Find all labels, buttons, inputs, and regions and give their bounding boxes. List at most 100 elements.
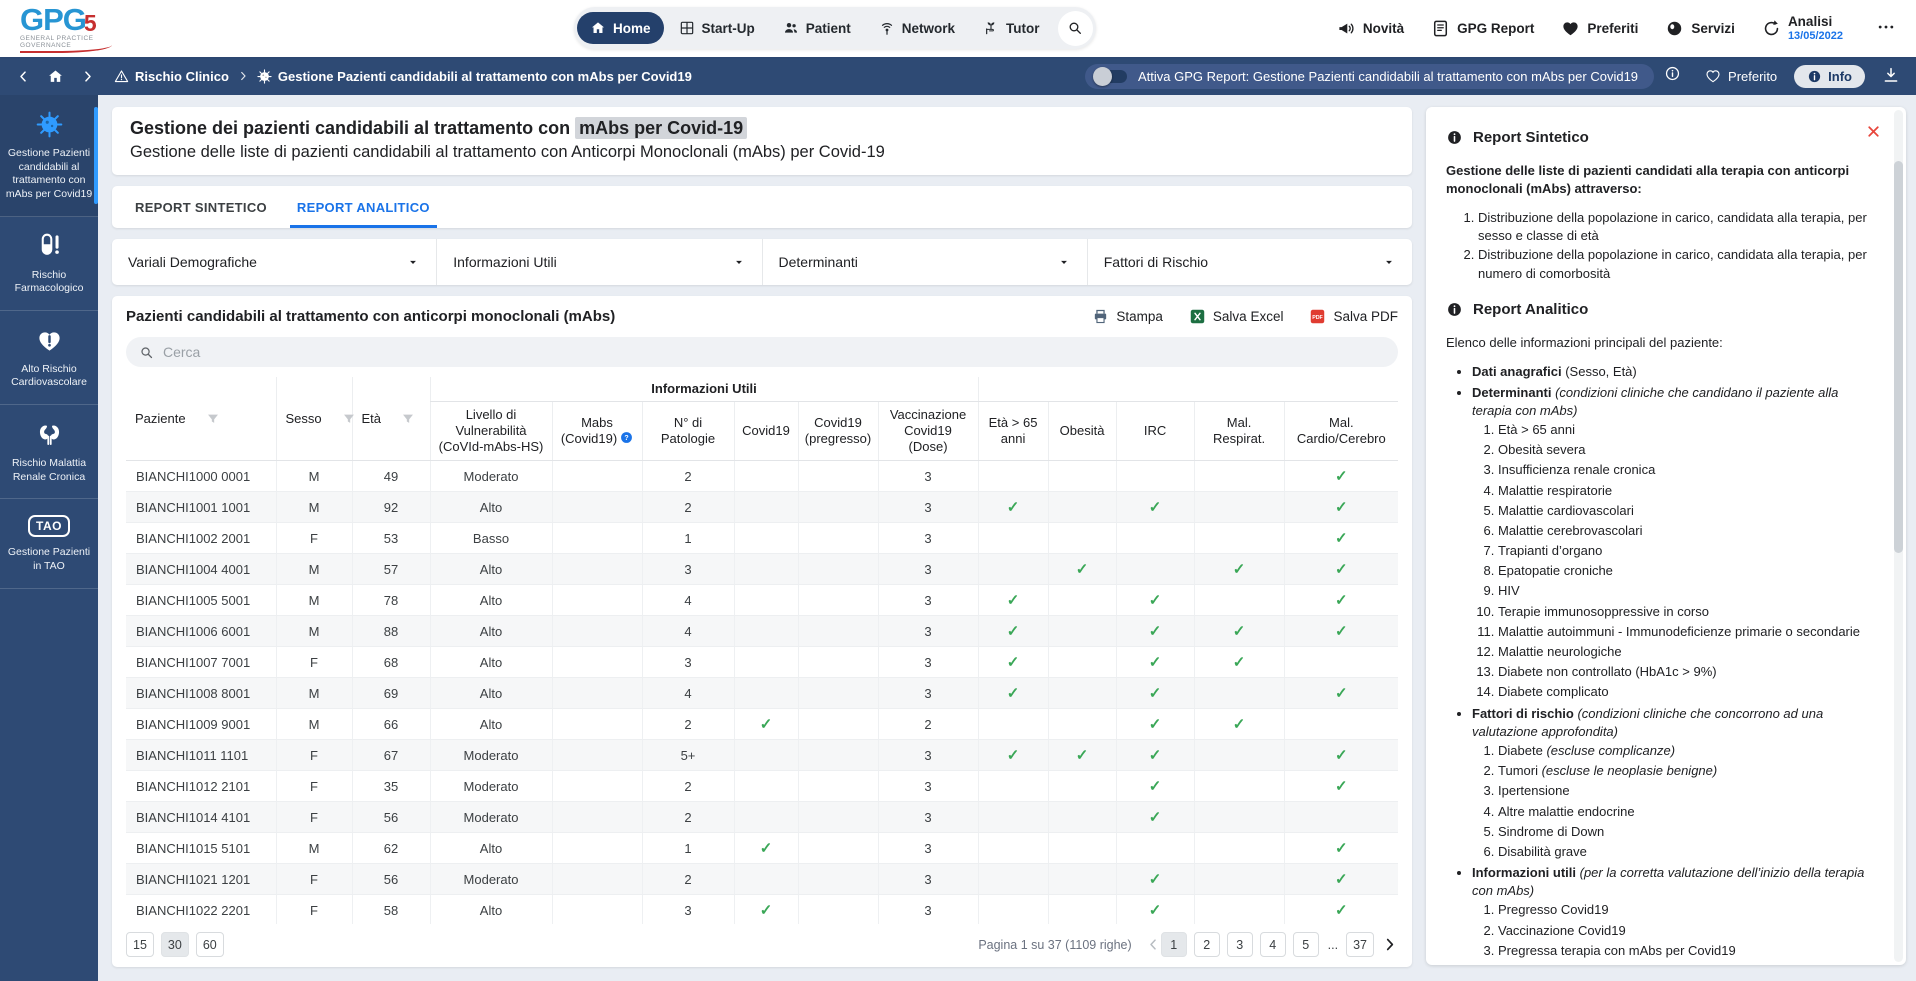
- cell-value: 2: [684, 499, 692, 515]
- sidebar-item-rischio-malattia-renale[interactable]: Rischio Malattia Renale Cronica: [0, 405, 98, 500]
- column-label: Mal. Respirat.: [1213, 414, 1266, 446]
- filter-dropdown-fattori-di-rischio[interactable]: Fattori di Rischio: [1088, 239, 1412, 285]
- column-header-obesit[interactable]: Obesità: [1047, 401, 1117, 462]
- toggle-switch[interactable]: [1093, 66, 1127, 86]
- breadcrumb: Rischio Clinico Gestione Pazienti candida…: [114, 69, 692, 84]
- gpg-report-toggle[interactable]: Attiva GPG Report: Gestione Pazienti can…: [1085, 63, 1655, 89]
- help-icon-wrap[interactable]: ?: [620, 431, 633, 444]
- filter-dropdown-variali-demografiche[interactable]: Variali Demografiche: [112, 239, 438, 285]
- table-row[interactable]: BIANCHI1009 9001 M 66 Alto 2 ✓ 2 ✓ ✓: [126, 708, 1398, 741]
- next-page-button[interactable]: [1381, 936, 1398, 953]
- toggle-info[interactable]: [1664, 65, 1681, 87]
- page-size-30[interactable]: 30: [160, 932, 189, 957]
- page-button-37[interactable]: 37: [1346, 932, 1374, 957]
- data-cell: 1: [641, 832, 734, 865]
- table-row[interactable]: BIANCHI1021 1201 F 56 Moderato 2 3 ✓ ✓: [126, 863, 1398, 896]
- table-row[interactable]: BIANCHI1011 1101 F 67 Moderato 5+ 3 ✓ ✓ ✓ ✓: [126, 739, 1398, 772]
- topbar-action-servizi[interactable]: Servizi: [1665, 19, 1735, 38]
- nav-item-tutor[interactable]: Tutor: [970, 12, 1053, 44]
- table-row[interactable]: BIANCHI1008 8001 M 69 Alto 4 3 ✓ ✓ ✓: [126, 677, 1398, 710]
- page-size-15[interactable]: 15: [126, 932, 154, 957]
- search-bar[interactable]: [126, 337, 1398, 367]
- page-button-3[interactable]: 3: [1226, 932, 1253, 957]
- filter-dropdown-determinanti[interactable]: Determinanti: [763, 239, 1088, 285]
- back-button[interactable]: [16, 69, 31, 84]
- data-cell: [551, 646, 642, 679]
- page-button-5[interactable]: 5: [1292, 932, 1319, 957]
- page-button-4[interactable]: 4: [1259, 932, 1286, 957]
- table-row[interactable]: BIANCHI1004 4001 M 57 Alto 3 3 ✓ ✓ ✓: [126, 553, 1398, 586]
- column-header-mal-respirat[interactable]: Mal. Respirat.: [1193, 401, 1285, 462]
- table-row[interactable]: BIANCHI1022 2201 F 58 Alto 3 ✓ 3 ✓ ✓: [126, 894, 1398, 924]
- nav-item-home[interactable]: Home: [577, 12, 664, 44]
- more-options-button[interactable]: [1876, 17, 1896, 40]
- sidebar-item-alto-rischio-cardiovascolare[interactable]: Alto Rischio Cardiovascolare: [0, 311, 98, 406]
- table-row[interactable]: BIANCHI1002 2001 F 53 Basso 1 3 ✓: [126, 522, 1398, 555]
- cell-value: 3: [924, 592, 932, 608]
- column-header-mabs-covid19[interactable]: Mabs (Covid19)?: [551, 401, 642, 462]
- cell-value: BIANCHI1015 5101: [136, 840, 251, 856]
- filter-label: Informazioni Utili: [453, 254, 557, 270]
- action-salva-pdf[interactable]: PDF Salva PDF: [1309, 308, 1398, 325]
- column-header-livello-di-vulnerabilit-covid-mabs-hs[interactable]: Livello di Vulnerabilità (CoVId-mAbs-HS): [429, 401, 552, 462]
- topbar-action-novit[interactable]: Novità: [1337, 19, 1404, 38]
- page-button-2[interactable]: 2: [1193, 932, 1220, 957]
- action-salva-excel[interactable]: Salva Excel: [1189, 308, 1283, 325]
- app-logo[interactable]: GPG 5 GENERAL PRACTICE GOVERNANCE: [20, 4, 112, 53]
- column-header-covid19[interactable]: Covid19: [733, 401, 798, 462]
- filter-dropdown-informazioni-utili[interactable]: Informazioni Utili: [437, 239, 763, 285]
- data-cell: [977, 832, 1049, 865]
- column-header-vaccinazione-covid19-dose[interactable]: Vaccinazione Covid19 (Dose): [877, 401, 979, 462]
- check-icon: ✓: [1335, 747, 1348, 765]
- nav-search-button[interactable]: [1057, 10, 1093, 46]
- sidebar-item-rischio-farmacologico[interactable]: Rischio Farmacologico: [0, 217, 98, 311]
- column-header-irc[interactable]: IRC: [1115, 401, 1195, 462]
- page-button-1[interactable]: 1: [1160, 932, 1187, 957]
- table-row[interactable]: BIANCHI1005 5001 M 78 Alto 4 3 ✓ ✓ ✓: [126, 584, 1398, 617]
- breadcrumb-item-2[interactable]: Gestione Pazienti candidabili al trattam…: [257, 69, 692, 84]
- column-header-n-di-patologie[interactable]: N° di Patologie: [641, 401, 734, 462]
- column-header-covid19-pregresso[interactable]: Covid19 (pregresso): [797, 401, 878, 462]
- sidebar-item-gestione-pazienti-candidabili[interactable]: Gestione Pazienti candidabili al trattam…: [0, 95, 98, 217]
- table-row[interactable]: BIANCHI1000 0001 M 49 Moderato 2 3 ✓: [126, 460, 1398, 493]
- page-size-60[interactable]: 60: [195, 932, 224, 957]
- nav-item-start-up[interactable]: Start-Up: [666, 12, 768, 44]
- prev-page-button[interactable]: [1146, 937, 1161, 952]
- column-header-et-65-anni[interactable]: Età > 65 anni: [977, 401, 1049, 462]
- table-row[interactable]: BIANCHI1014 4101 F 56 Moderato 2 3 ✓: [126, 801, 1398, 834]
- data-cell: [733, 584, 798, 617]
- action-label: Stampa: [1116, 309, 1163, 324]
- data-cell: [733, 460, 798, 493]
- column-header-mal-cardio-cerebro[interactable]: Mal. Cardio/Cerebro: [1283, 401, 1398, 462]
- download-button[interactable]: [1882, 66, 1900, 87]
- preferito-button[interactable]: Preferito: [1705, 68, 1777, 84]
- data-cell: 3: [877, 460, 979, 493]
- nav-item-patient[interactable]: Patient: [770, 12, 864, 44]
- tab-report-sintetico[interactable]: REPORT SINTETICO: [120, 186, 282, 228]
- topbar-action-analisi[interactable]: Analisi 13/05/2022: [1762, 14, 1843, 42]
- column-header-paziente[interactable]: Paziente: [126, 377, 276, 462]
- nav-item-network[interactable]: Network: [866, 12, 968, 44]
- panel-scrollbar-thumb[interactable]: [1894, 161, 1903, 554]
- bullet-bold: Fattori di rischio: [1472, 705, 1574, 721]
- column-header-sesso[interactable]: Sesso: [275, 377, 354, 462]
- table-row[interactable]: BIANCHI1007 7001 F 68 Alto 3 3 ✓ ✓ ✓: [126, 646, 1398, 679]
- forward-button[interactable]: [80, 69, 95, 84]
- column-header-et[interactable]: Età: [351, 377, 430, 462]
- topbar-action-preferiti[interactable]: Preferiti: [1561, 19, 1638, 38]
- search-input[interactable]: [163, 344, 1385, 360]
- data-cell: ✓: [1283, 553, 1398, 586]
- table-row[interactable]: BIANCHI1012 2101 F 35 Moderato 2 3 ✓ ✓: [126, 770, 1398, 803]
- sidebar-item-gestione-pazienti-in[interactable]: TAO Gestione Pazienti in TAO: [0, 499, 98, 589]
- table-row[interactable]: BIANCHI1006 6001 M 88 Alto 4 3 ✓ ✓ ✓ ✓: [126, 615, 1398, 648]
- info-button[interactable]: Info: [1794, 64, 1865, 88]
- table-row[interactable]: BIANCHI1001 1001 M 92 Alto 2 3 ✓ ✓ ✓: [126, 491, 1398, 524]
- breadcrumb-item-1[interactable]: Rischio Clinico: [114, 69, 229, 84]
- close-panel-button[interactable]: [1865, 123, 1882, 143]
- tab-report-analitico[interactable]: REPORT ANALITICO: [282, 186, 445, 228]
- data-cell: 78: [351, 584, 430, 617]
- home-button[interactable]: [47, 68, 64, 85]
- topbar-action-gpg-report[interactable]: GPG Report: [1431, 19, 1534, 38]
- action-stampa[interactable]: Stampa: [1092, 308, 1163, 325]
- table-row[interactable]: BIANCHI1015 5101 M 62 Alto 1 ✓ 3 ✓: [126, 832, 1398, 865]
